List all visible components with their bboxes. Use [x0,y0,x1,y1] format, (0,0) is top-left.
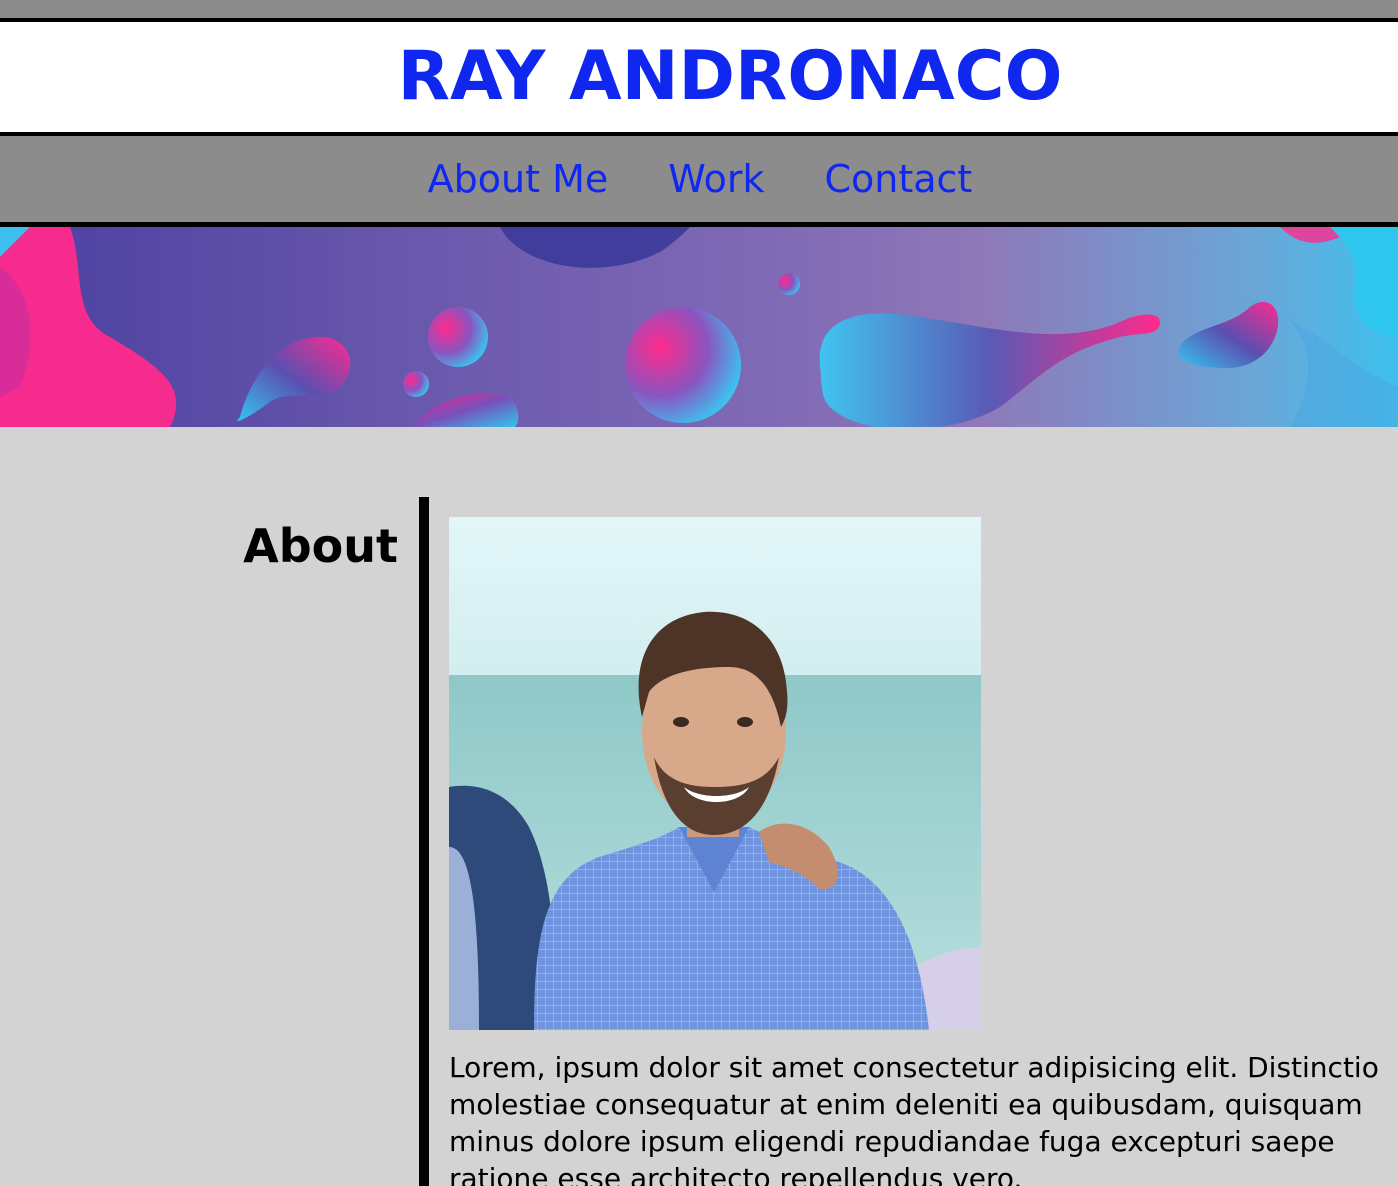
nav-item-work: Work [668,157,764,201]
profile-photo-illustration [449,517,981,1030]
about-section: About Lorem, ipsum dolor sit amet consec… [0,427,1398,1186]
nav-item-about: About Me [428,157,609,201]
top-strip [0,0,1398,22]
nav-link-about-me[interactable]: About Me [428,157,609,201]
nav-link-work[interactable]: Work [668,157,764,201]
main-nav: About Me Work Contact [0,136,1398,227]
site-title: RAY ANDRONACO [397,37,1063,116]
hero-abstract-art [0,227,1398,427]
hero-banner [0,227,1398,427]
nav-list: About Me Work Contact [428,157,973,201]
profile-photo [449,517,981,1030]
nav-item-contact: Contact [824,157,972,201]
about-heading: About [243,519,398,573]
site-header: RAY ANDRONACO [0,22,1398,136]
nav-link-contact[interactable]: Contact [824,157,972,201]
about-bio-text: Lorem, ipsum dolor sit amet consectetur … [449,1051,1379,1186]
section-divider [419,497,429,1186]
